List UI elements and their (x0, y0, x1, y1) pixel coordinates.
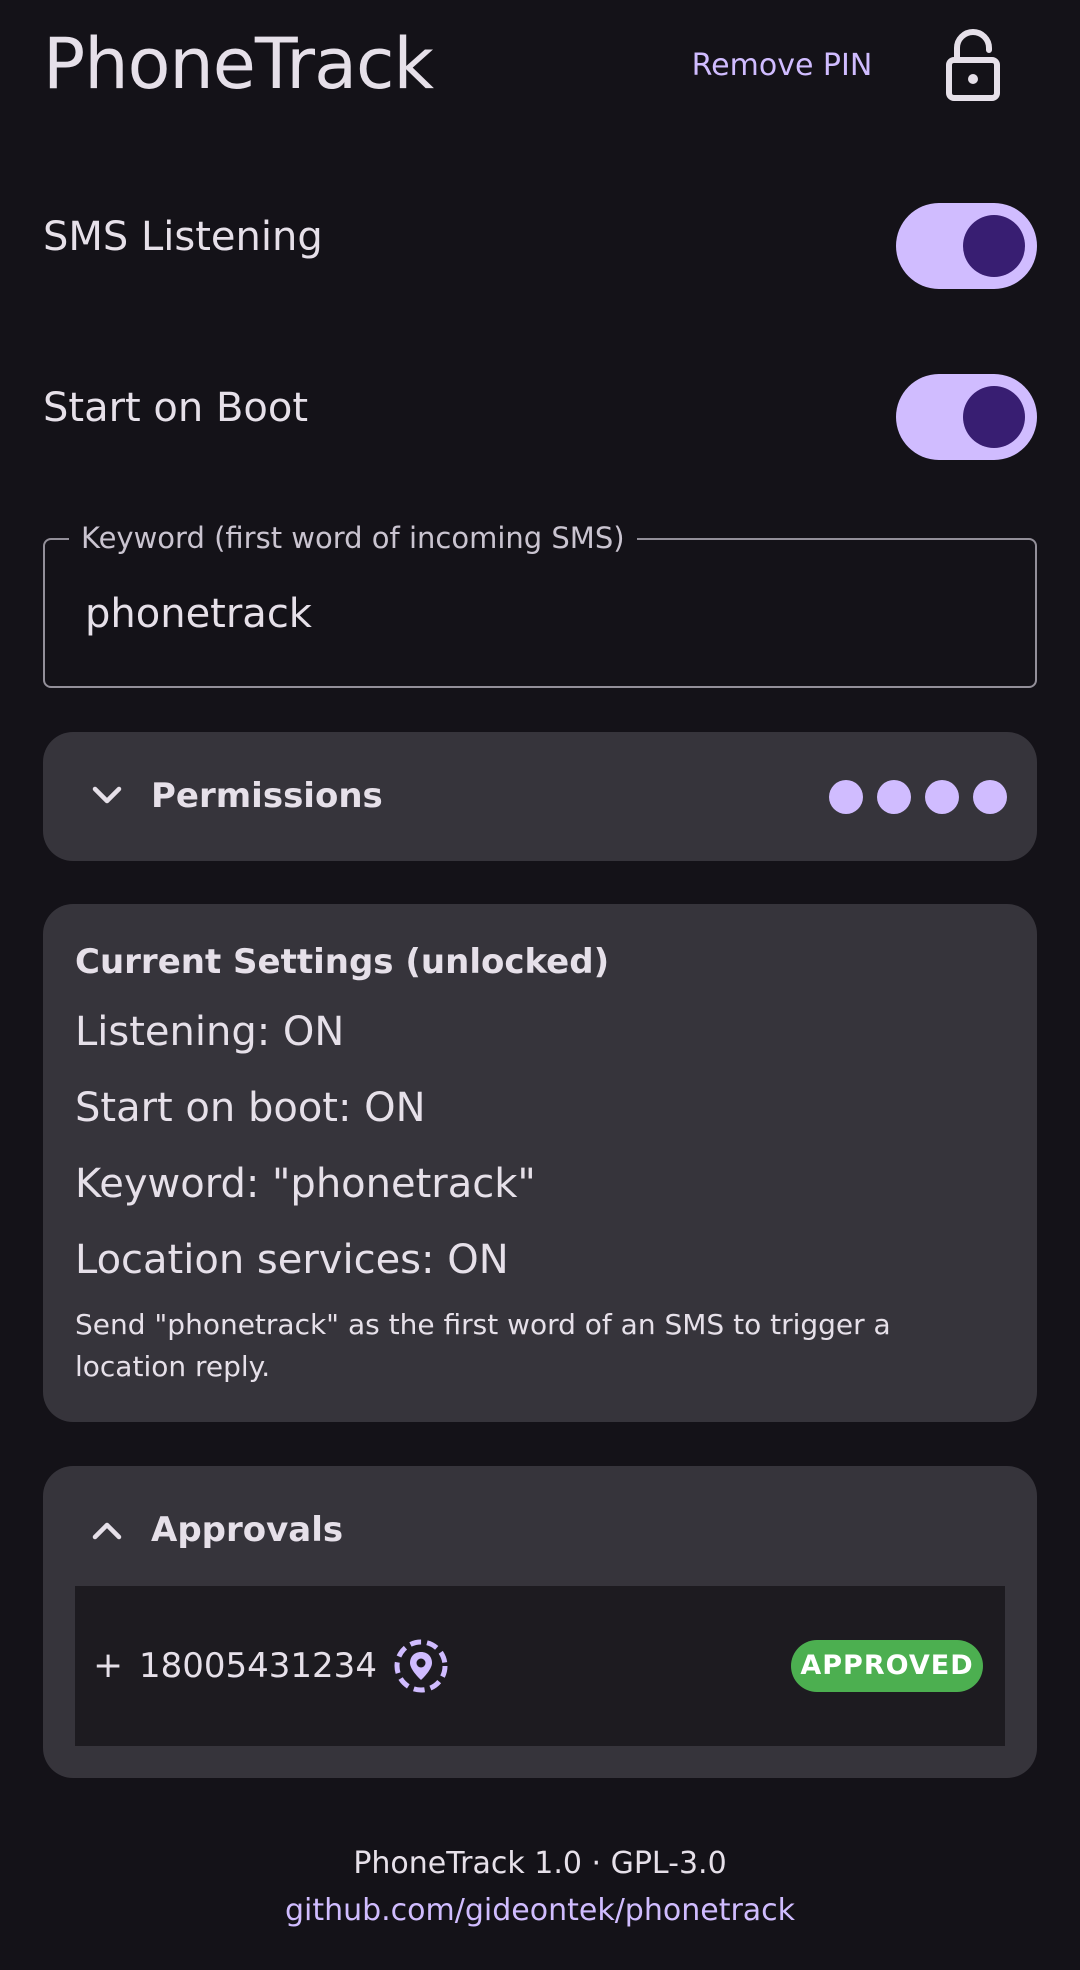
settings-hint: Send "phonetrack" as the first word of a… (75, 1308, 891, 1383)
permissions-card[interactable]: Permissions (43, 732, 1037, 861)
permission-dot (829, 780, 863, 814)
permission-dot (973, 780, 1007, 814)
setting-keyword: Keyword: "phonetrack" (75, 1161, 536, 1207)
approvals-card: Approvals + 18005431234 APPROVED (43, 1466, 1037, 1778)
permissions-heading: Permissions (151, 776, 383, 816)
keyword-field: Keyword (first word of incoming SMS) (43, 518, 1037, 688)
setting-start-on-boot: Start on boot: ON (75, 1085, 426, 1131)
start-on-boot-switch[interactable] (896, 374, 1037, 460)
start-on-boot-row: Start on Boot (0, 348, 1080, 468)
permission-dot (925, 780, 959, 814)
settings-title: Current Settings (unlocked) (75, 942, 610, 982)
setting-listening: Listening: ON (75, 1009, 345, 1055)
keyword-input[interactable] (85, 584, 985, 644)
permission-indicators (829, 780, 1007, 814)
footer-repo-link[interactable]: github.com/gideontek/phonetrack (0, 1891, 1080, 1931)
footer-version: PhoneTrack 1.0 · GPL-3.0 (353, 1846, 727, 1881)
lock-open-icon[interactable] (940, 28, 1006, 104)
chevron-up-icon[interactable] (87, 1510, 127, 1550)
approvals-heading[interactable]: Approvals (151, 1466, 343, 1594)
sms-listening-row: SMS Listening (0, 177, 1080, 297)
phone-prefix: + (93, 1645, 124, 1686)
chevron-down-icon (87, 776, 127, 816)
remove-pin-button[interactable]: Remove PIN (672, 36, 892, 96)
app-title: PhoneTrack (43, 23, 434, 105)
sms-listening-label: SMS Listening (43, 214, 323, 260)
switch-thumb (963, 215, 1025, 277)
approval-phone-number: 18005431234 (139, 1646, 377, 1686)
setting-location-services: Location services: ON (75, 1237, 509, 1283)
approval-item[interactable]: + 18005431234 APPROVED (75, 1586, 1005, 1746)
switch-thumb (963, 386, 1025, 448)
status-badge: APPROVED (791, 1640, 983, 1692)
permission-dot (877, 780, 911, 814)
top-app-bar: PhoneTrack Remove PIN (0, 0, 1080, 130)
keyword-field-label: Keyword (first word of incoming SMS) (69, 518, 637, 558)
start-on-boot-label: Start on Boot (43, 385, 309, 431)
sms-listening-switch[interactable] (896, 203, 1037, 289)
location-pin-icon[interactable] (393, 1638, 449, 1694)
